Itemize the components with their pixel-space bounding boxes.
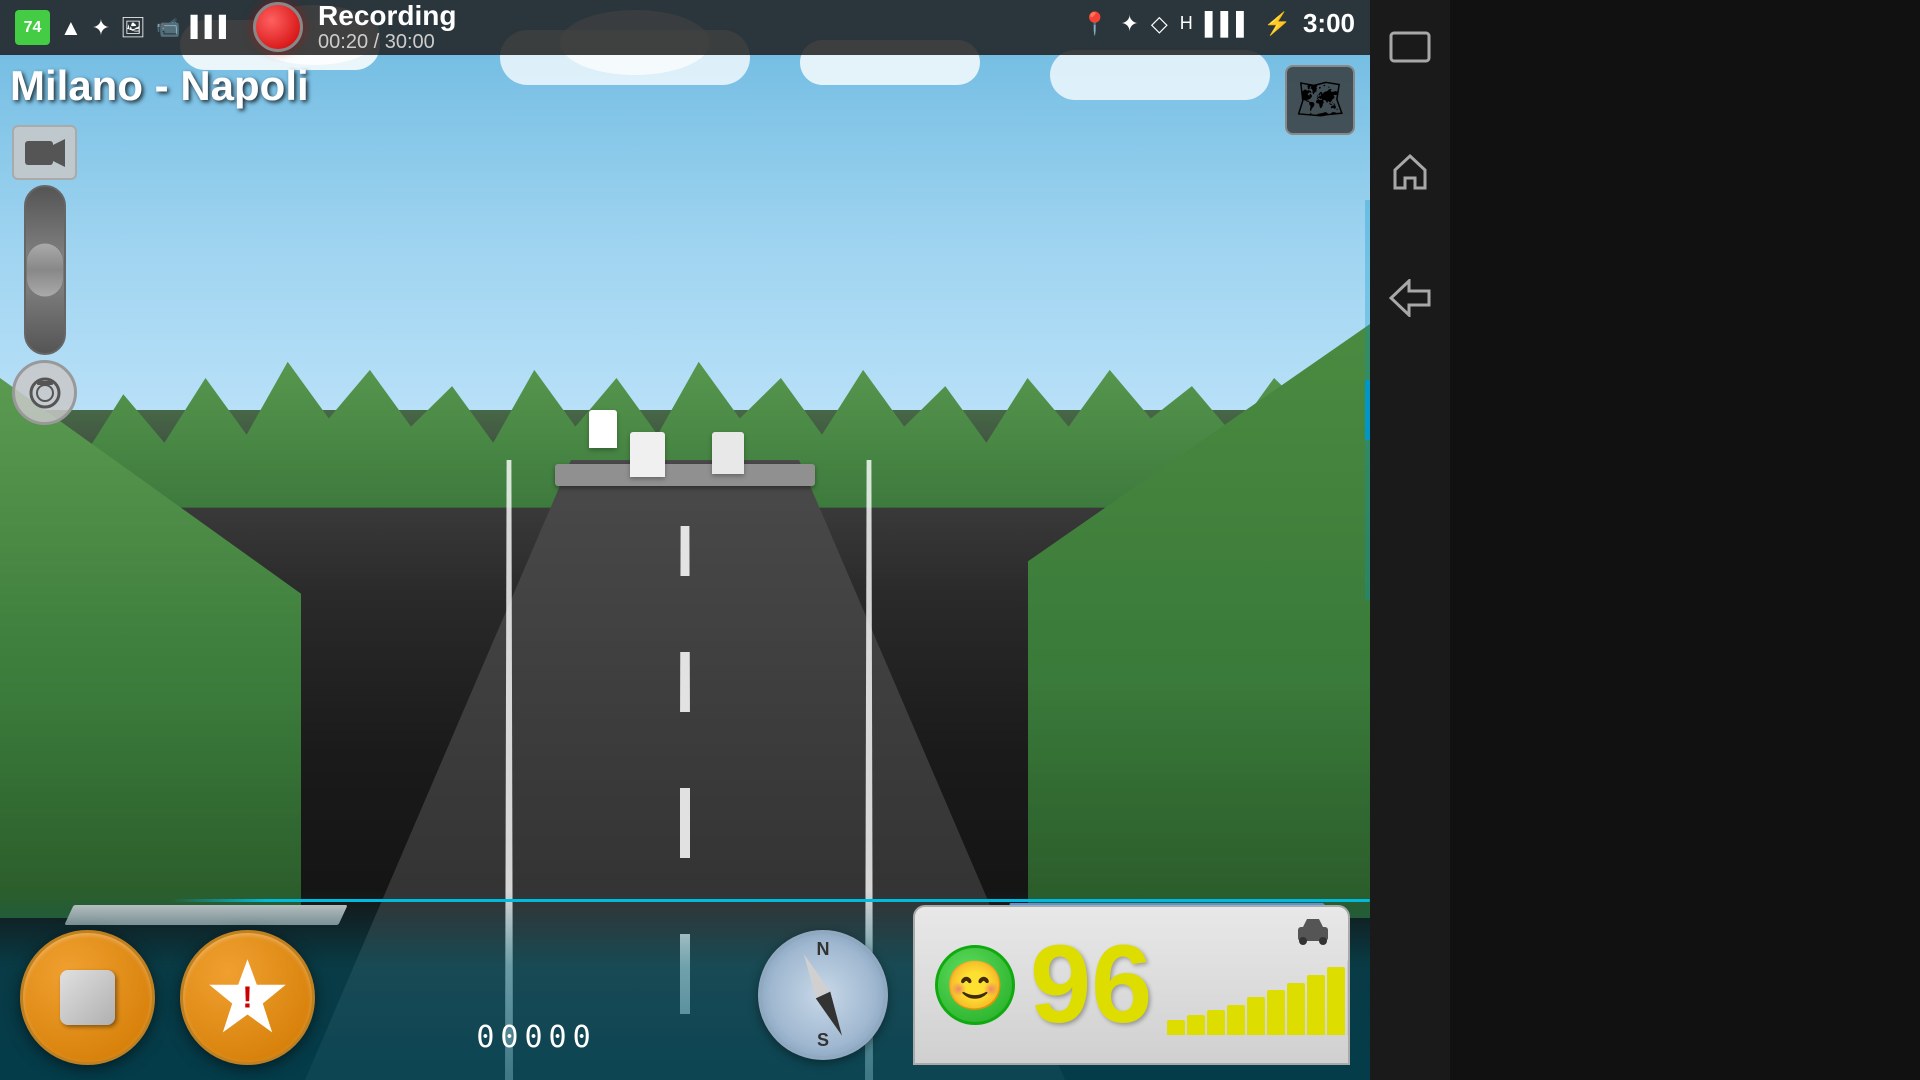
map-icon: 🗺 [1296, 78, 1344, 122]
gps-icon: ▲ [60, 15, 82, 41]
video-camera-icon [25, 137, 65, 169]
speed-bar-0 [1167, 1020, 1185, 1035]
odometer-display: 00000 [476, 1020, 596, 1055]
compass-north-label: N [817, 939, 830, 960]
truck-center [630, 432, 665, 477]
charging-icon: ⚡ [1264, 11, 1291, 37]
recording-section: Recording 00:20 / 30:00 [253, 1, 456, 55]
nav-recent-apps-button[interactable] [1389, 30, 1431, 72]
odometer-area: 00000 [340, 1020, 733, 1065]
camera-icon [25, 373, 65, 413]
stop-button[interactable] [20, 930, 155, 1065]
zoom-slider[interactable] [24, 185, 66, 355]
speed-bar-8 [1327, 967, 1345, 1035]
speed-bar-7 [1307, 975, 1325, 1035]
truck-right [712, 432, 744, 474]
compass-south-label: S [817, 1030, 829, 1051]
video-icon-status: 📹 [156, 15, 181, 40]
scroll-indicator [1365, 200, 1370, 600]
location-icon: 📍 [1081, 11, 1108, 37]
scroll-thumb [1365, 380, 1370, 440]
phone-status-left: 74 ▲ ✦ 🖼 📹 ▌▌▌ [15, 10, 233, 45]
stop-icon [60, 970, 115, 1025]
compass: N S [758, 930, 888, 1060]
speed-bar-9 [1347, 960, 1350, 1035]
main-area: 74 ▲ ✦ 🖼 📹 ▌▌▌ Recording 00:20 / 30:00 📍 [0, 0, 1370, 1080]
wifi-icon: ◇ [1151, 11, 1168, 37]
bluetooth-icon: ✦ [92, 15, 110, 41]
recording-info: Recording 00:20 / 30:00 [318, 1, 456, 55]
truck-left [589, 410, 617, 448]
nav-back-button[interactable] [1389, 279, 1431, 326]
record-indicator [253, 2, 303, 52]
clock-display: 3:00 [1303, 8, 1355, 39]
zoom-slider-thumb [26, 243, 64, 298]
cloud-4 [1050, 50, 1270, 100]
photo-button[interactable] [12, 360, 77, 425]
recording-time: 00:20 / 30:00 [318, 31, 456, 54]
speed-bar-1 [1187, 1015, 1205, 1035]
speed-bar-6 [1287, 983, 1305, 1035]
signal-icon: ▌▌▌ [191, 16, 234, 39]
map-button[interactable]: 🗺 [1285, 65, 1355, 135]
nav-sidebar [1370, 0, 1450, 1080]
speed-bar-4 [1247, 997, 1265, 1035]
app-container: 74 ▲ ✦ 🖼 📹 ▌▌▌ Recording 00:20 / 30:00 📍 [0, 0, 1920, 1080]
teal-line [170, 899, 1370, 902]
speed-bar-chart: 0 20 40 60 80 100 120 140 160 180 200 [1167, 915, 1350, 1055]
speed-smiley: 😊 [935, 945, 1015, 1025]
route-text: Milano - Napoli [10, 62, 309, 109]
battery-indicator: 74 [15, 10, 50, 45]
speed-scale: 0 20 40 60 80 100 120 140 160 180 200 [1347, 1034, 1350, 1050]
speed-bar-3 [1227, 1005, 1245, 1035]
video-control-button[interactable] [12, 125, 77, 180]
speed-bar-5 [1267, 990, 1285, 1035]
recording-label: Recording [318, 1, 456, 32]
speed-bar-2 [1207, 1010, 1225, 1035]
speed-value: 96 [1030, 930, 1152, 1040]
alert-button[interactable]: ! [180, 930, 315, 1065]
speed-panel: 😊 96 0 20 40 60 80 100 120 140 [913, 905, 1350, 1065]
left-controls [12, 125, 77, 425]
signal-bars-icon: ▌▌▌ [1205, 11, 1252, 37]
battery-label: 74 [24, 19, 42, 37]
top-right-status: 📍 ✦ ◇ H ▌▌▌ ⚡ 3:00 [1081, 8, 1355, 39]
speed-bars [1167, 915, 1350, 1055]
svg-text:!: ! [242, 981, 252, 1015]
bluetooth-status-icon: ✦ [1120, 11, 1138, 37]
h-icon: H [1180, 13, 1193, 34]
status-bar: 74 ▲ ✦ 🖼 📹 ▌▌▌ Recording 00:20 / 30:00 📍 [0, 0, 1370, 55]
nav-home-button[interactable] [1391, 152, 1429, 199]
bottom-controls-row: ! 00000 N S [0, 905, 1370, 1080]
alert-star-icon: ! [205, 955, 290, 1040]
bridge [555, 464, 815, 486]
route-label: Milano - Napoli [10, 62, 309, 110]
image-icon: 🖼 [120, 15, 145, 40]
smiley-emoji: 😊 [945, 957, 1005, 1014]
